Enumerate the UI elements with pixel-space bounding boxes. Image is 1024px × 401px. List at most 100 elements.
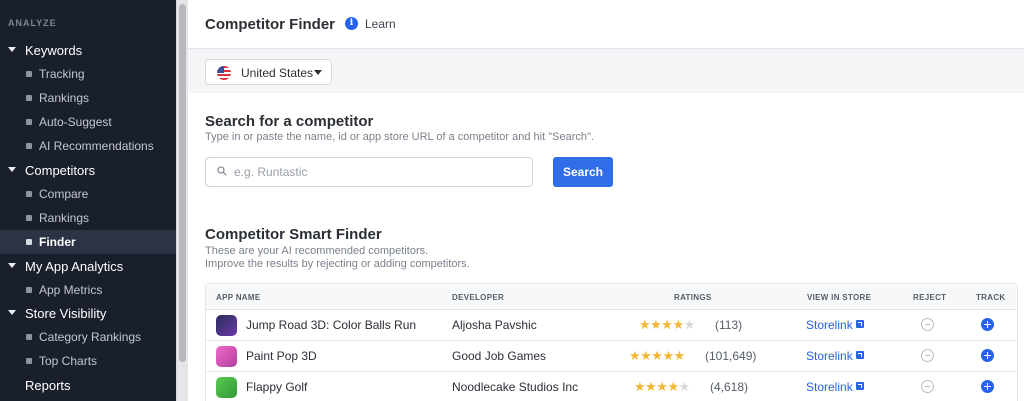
search-section-subtitle: Type in or paste the name, id or app sto…	[205, 131, 594, 143]
bullet-icon	[26, 119, 32, 125]
bullet-icon	[26, 334, 32, 340]
app-name[interactable]: Paint Pop 3D	[246, 349, 317, 363]
column-header-ratings[interactable]: RATINGS	[674, 293, 712, 302]
external-link-icon	[855, 382, 864, 390]
storelink[interactable]: Storelink	[806, 380, 864, 394]
sidebar-item-auto-suggest[interactable]: Auto-Suggest	[0, 110, 176, 134]
star-rating: ★★★★★	[634, 379, 690, 395]
column-header-reject: REJECT	[913, 293, 947, 302]
bullet-icon	[26, 71, 32, 77]
bullet-icon	[26, 287, 32, 293]
chevron-down-icon	[314, 70, 322, 75]
bullet-icon	[26, 239, 32, 245]
country-bar: United States	[188, 49, 1024, 93]
rating-count: (101,649)	[705, 349, 757, 363]
developer-name: Aljosha Pavshic	[452, 318, 537, 332]
caret-down-icon	[8, 263, 16, 268]
sidebar-item-label: Compare	[39, 187, 89, 201]
learn-link[interactable]: Learn	[365, 17, 396, 31]
sidebar-item-competitors[interactable]: Competitors	[0, 158, 176, 182]
add-track-icon[interactable]	[981, 349, 994, 362]
sidebar-item-compare[interactable]: Compare	[0, 182, 176, 206]
storelink-label: Storelink	[806, 318, 853, 332]
sidebar-item-label: Rankings	[39, 211, 90, 225]
sidebar-item-ai-recommendations[interactable]: AI Recommendations	[0, 134, 176, 158]
app-name[interactable]: Jump Road 3D: Color Balls Run	[246, 318, 416, 332]
app-icon	[216, 346, 237, 367]
sidebar: ANALYZE Keywords Tracking Rankings Auto-…	[0, 0, 176, 401]
sidebar-item-app-metrics[interactable]: App Metrics	[0, 278, 176, 302]
sidebar-item-label: Reports	[25, 377, 71, 393]
search-box[interactable]	[205, 157, 533, 187]
sidebar-item-label: Store Visibility	[25, 305, 107, 321]
sidebar-item-keyword-rankings[interactable]: Rankings	[0, 86, 176, 110]
star-rating: ★★★★★	[629, 348, 685, 364]
sidebar-item-label: Top Charts	[39, 354, 98, 368]
smart-finder-subtitle: These are your AI recommended competitor…	[205, 245, 429, 257]
sidebar-item-category-rankings[interactable]: Category Rankings	[0, 325, 176, 349]
info-icon[interactable]: i	[345, 17, 358, 30]
rating-count: (4,618)	[710, 380, 749, 394]
table-row[interactable]: Jump Road 3D: Color Balls Run Aljosha Pa…	[206, 310, 1017, 341]
app-name[interactable]: Flappy Golf	[246, 380, 307, 394]
sidebar-item-label: Keywords	[25, 42, 83, 58]
search-section-title: Search for a competitor	[205, 113, 374, 130]
external-link-icon	[855, 351, 864, 359]
stars-filled: ★★★★	[634, 379, 679, 394]
app-icon	[216, 377, 237, 398]
reject-icon[interactable]	[921, 349, 934, 362]
sidebar-scrollbar-thumb[interactable]	[179, 4, 186, 362]
table-row[interactable]: Flappy Golf Noodlecake Studios Inc ★★★★★…	[206, 372, 1017, 401]
country-label: United States	[241, 66, 314, 80]
reject-icon[interactable]	[921, 318, 934, 331]
search-input[interactable]	[234, 158, 524, 186]
reject-icon[interactable]	[921, 380, 934, 393]
search-icon	[217, 166, 227, 176]
country-select[interactable]: United States	[205, 59, 332, 85]
column-header-developer[interactable]: DEVELOPER	[452, 293, 504, 302]
bullet-icon	[26, 215, 32, 221]
competitors-table: APP NAME DEVELOPER RATINGS VIEW IN STORE…	[205, 283, 1018, 401]
sidebar-item-label: Finder	[39, 235, 76, 249]
sidebar-item-store-visibility[interactable]: Store Visibility	[0, 301, 176, 325]
bullet-icon	[26, 191, 32, 197]
sidebar-item-label: Competitors	[25, 162, 96, 178]
storelink-label: Storelink	[806, 380, 853, 394]
sidebar-item-label: Category Rankings	[39, 330, 142, 344]
table-row[interactable]: Paint Pop 3D Good Job Games ★★★★★ (101,6…	[206, 341, 1017, 372]
storelink[interactable]: Storelink	[806, 318, 864, 332]
sidebar-section-label: ANALYZE	[8, 18, 57, 28]
sidebar-item-label: My App Analytics	[25, 258, 124, 274]
sidebar-item-tracking[interactable]: Tracking	[0, 62, 176, 86]
sidebar-item-label: Rankings	[39, 91, 90, 105]
developer-name: Noodlecake Studios Inc	[452, 380, 579, 394]
caret-down-icon	[8, 310, 16, 315]
smart-finder-subtitle: Improve the results by rejecting or addi…	[205, 258, 470, 270]
star-rating: ★★★★★	[639, 317, 695, 333]
sidebar-item-finder[interactable]: Finder	[0, 230, 176, 254]
bullet-icon	[26, 143, 32, 149]
page-header: Competitor Finder i Learn	[188, 0, 1024, 49]
add-track-icon[interactable]	[981, 380, 994, 393]
caret-down-icon	[8, 47, 16, 52]
search-button[interactable]: Search	[553, 157, 613, 187]
stars-empty: ★	[678, 379, 691, 394]
sidebar-item-competitor-rankings[interactable]: Rankings	[0, 206, 176, 230]
sidebar-item-my-app-analytics[interactable]: My App Analytics	[0, 254, 176, 278]
stars-filled: ★★★★	[639, 317, 684, 332]
sidebar-item-reports[interactable]: Reports	[0, 373, 176, 397]
sidebar-item-label: AI Recommendations	[39, 139, 154, 153]
sidebar-item-label: Auto-Suggest	[39, 115, 112, 129]
sidebar-item-label: Tracking	[39, 67, 85, 81]
column-header-app-name[interactable]: APP NAME	[216, 293, 260, 302]
caret-down-icon	[8, 167, 16, 172]
storelink[interactable]: Storelink	[806, 349, 864, 363]
storelink-label: Storelink	[806, 349, 853, 363]
bullet-icon	[26, 358, 32, 364]
table-header: APP NAME DEVELOPER RATINGS VIEW IN STORE…	[206, 284, 1017, 310]
add-track-icon[interactable]	[981, 318, 994, 331]
sidebar-item-top-charts[interactable]: Top Charts	[0, 349, 176, 373]
sidebar-item-keywords[interactable]: Keywords	[0, 38, 176, 62]
app-icon	[216, 315, 237, 336]
stars-filled: ★★★★★	[629, 348, 685, 363]
